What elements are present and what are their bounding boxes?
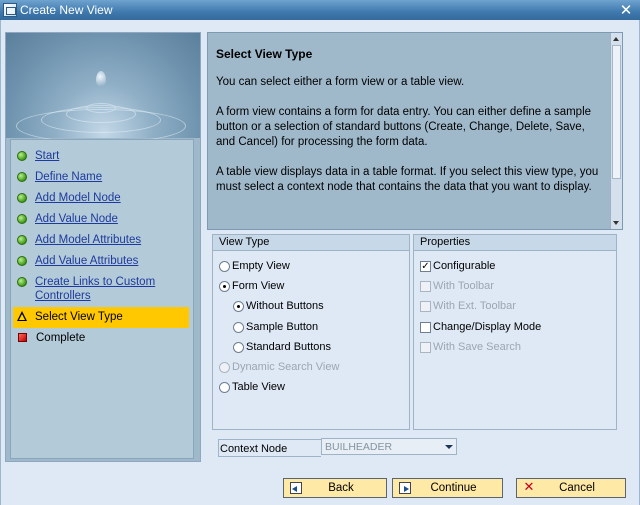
checkbox-icon [420, 300, 431, 312]
help-title: Select View Type [216, 47, 313, 61]
radio-selected-icon [219, 280, 230, 292]
step-label: Select View Type [35, 311, 123, 323]
continue-icon [399, 482, 411, 494]
help-scrollbar[interactable] [610, 33, 622, 229]
chevron-down-icon [445, 445, 453, 449]
radio-circle-icon [233, 341, 244, 353]
help-paragraph: You can select either a form view or a t… [216, 76, 465, 88]
roadmap-step-add-model-node[interactable]: Add Model Node [11, 188, 193, 209]
cancel-x-icon: ✕ [523, 480, 535, 495]
scroll-thumb[interactable] [612, 45, 621, 179]
water-drop-banner [6, 33, 200, 143]
step-done-icon [17, 172, 27, 182]
checkbox-icon [420, 321, 431, 333]
radio-dynamic-search-view: Dynamic Search View [219, 361, 339, 373]
context-node-select: BUILHEADER [321, 438, 457, 455]
step-label: Add Value Attributes [35, 255, 139, 267]
scroll-down-icon[interactable] [613, 221, 619, 225]
step-label: Create Links to Custom Controllers [35, 276, 156, 302]
properties-group: Properties ✓ Configurable With Toolbar W… [413, 234, 617, 430]
radio-circle-icon [219, 361, 230, 373]
step-label: Add Model Attributes [35, 234, 142, 246]
cancel-button[interactable]: ✕ Cancel [516, 478, 626, 498]
roadmap-panel: Start Define Name Add Model Node Add Val… [5, 32, 201, 462]
step-done-icon [17, 235, 27, 245]
scroll-up-icon[interactable] [613, 37, 619, 41]
back-button[interactable]: Back [283, 478, 387, 498]
stop-square-icon [18, 333, 27, 342]
radio-circle-icon [219, 260, 230, 272]
checkbox-with-toolbar: With Toolbar [420, 280, 494, 292]
roadmap-step-create-links[interactable]: Create Links to Custom Controllers [11, 272, 193, 307]
title-bar: Create New View ✕ [0, 0, 640, 20]
step-done-icon [17, 256, 27, 266]
dialog-body: Start Define Name Add Model Node Add Val… [0, 20, 640, 505]
view-type-group: View Type Empty View Form View Without B… [212, 234, 410, 430]
step-label: Complete [36, 332, 86, 344]
roadmap-step-add-value-attributes[interactable]: Add Value Attributes [11, 251, 193, 272]
close-icon[interactable]: ✕ [618, 2, 634, 18]
continue-button[interactable]: Continue [392, 478, 503, 498]
radio-circle-icon [233, 321, 244, 333]
radio-selected-icon [233, 300, 244, 312]
radio-form-view[interactable]: Form View [219, 280, 284, 292]
radio-circle-icon [219, 381, 230, 393]
radio-standard-buttons[interactable]: Standard Buttons [233, 341, 331, 353]
checkbox-checked-icon: ✓ [420, 260, 431, 272]
help-paragraph: A form view contains a form for data ent… [216, 106, 592, 148]
warning-triangle-icon [17, 311, 27, 321]
radio-empty-view[interactable]: Empty View [219, 260, 290, 272]
help-text-panel: Select View Type You can select either a… [207, 32, 623, 230]
checkbox-icon [420, 341, 431, 353]
properties-header: Properties [414, 235, 616, 251]
step-done-icon [17, 277, 27, 287]
roadmap-step-start[interactable]: Start [11, 146, 193, 167]
roadmap-steps: Start Define Name Add Model Node Add Val… [10, 139, 194, 459]
back-icon [290, 482, 302, 494]
step-label: Define Name [35, 171, 103, 183]
step-done-icon [17, 214, 27, 224]
checkbox-icon [420, 280, 431, 292]
step-label: Start [35, 150, 60, 162]
roadmap-step-select-view-type[interactable]: Select View Type [13, 307, 189, 328]
step-label: Add Model Node [35, 192, 121, 204]
roadmap-step-add-model-attributes[interactable]: Add Model Attributes [11, 230, 193, 251]
step-done-icon [17, 151, 27, 161]
window-title: Create New View [20, 3, 113, 17]
checkbox-with-ext-toolbar: With Ext. Toolbar [420, 300, 516, 312]
window-icon [3, 3, 17, 17]
checkbox-configurable[interactable]: ✓ Configurable [420, 260, 495, 272]
help-paragraph: A table view displays data in a table fo… [216, 166, 599, 193]
roadmap-step-add-value-node[interactable]: Add Value Node [11, 209, 193, 230]
radio-sample-button[interactable]: Sample Button [233, 321, 318, 333]
step-label: Add Value Node [35, 213, 118, 225]
roadmap-step-define-name[interactable]: Define Name [11, 167, 193, 188]
checkbox-change-display-mode[interactable]: Change/Display Mode [420, 321, 541, 333]
roadmap-step-complete: Complete [11, 328, 193, 349]
checkbox-with-save-search: With Save Search [420, 341, 521, 353]
context-node-value: BUILHEADER [325, 441, 393, 453]
context-node-label: Context Node [218, 439, 321, 457]
radio-table-view[interactable]: Table View [219, 381, 285, 393]
view-type-header: View Type [213, 235, 409, 251]
radio-without-buttons[interactable]: Without Buttons [233, 300, 324, 312]
step-done-icon [17, 193, 27, 203]
